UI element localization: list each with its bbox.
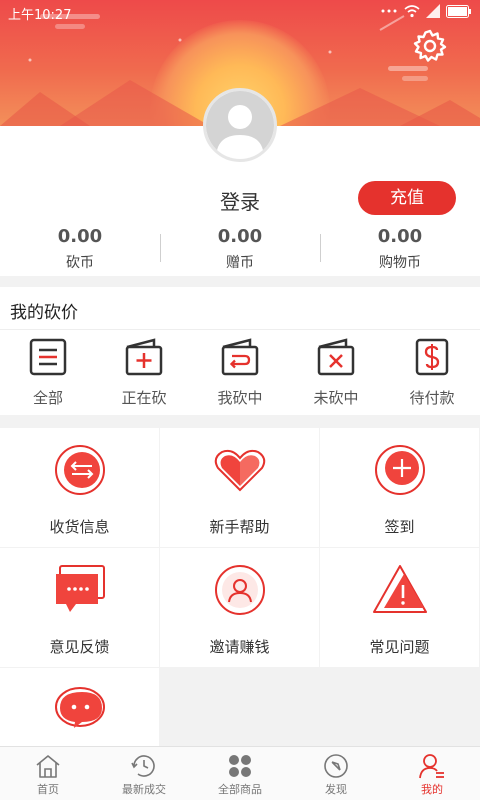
bargain-filter-pending-payment[interactable]: 待付款: [384, 337, 480, 408]
service-grid: 收货信息 新手帮助 签到 意见反馈 邀请赚钱 常见问题: [0, 428, 480, 746]
balance-stats: 0.00 砍币 0.00 赠币 0.00 购物币: [0, 226, 480, 272]
grid-item-label: 签到: [384, 518, 415, 536]
cell-signal-icon: [426, 4, 440, 18]
bargain-filter-won[interactable]: 我砍中: [192, 337, 288, 408]
grid-item-label: 意见反馈: [49, 638, 110, 656]
stat-gift-coin[interactable]: 0.00 赠币: [160, 226, 320, 272]
clock-icon: [131, 755, 155, 777]
user-circle-icon: [215, 565, 265, 615]
divider: [0, 329, 480, 330]
bargain-filter-all[interactable]: 全部: [0, 337, 96, 408]
bargain-filter-label: 全部: [32, 389, 63, 407]
chat-bubble-icon: [56, 565, 105, 612]
tab-label: 全部商品: [218, 783, 262, 796]
stat-value: 0.00: [377, 226, 423, 247]
stat-label: 赠币: [226, 255, 254, 271]
tab-all-products[interactable]: 全部商品: [192, 747, 288, 800]
tab-label: 我的: [421, 783, 443, 796]
grid-item-shipping-info[interactable]: 收货信息: [0, 428, 159, 547]
signal-dots-icon: [381, 9, 397, 13]
battery-icon: [446, 4, 471, 18]
grid-item-feedback[interactable]: 意见反馈: [0, 548, 159, 667]
stat-kan-coin[interactable]: 0.00 砍币: [0, 226, 160, 272]
bargain-filter-label: 待付款: [409, 389, 455, 407]
avatar[interactable]: [203, 88, 277, 162]
exchange-icon: [55, 445, 105, 495]
grid-item-label: 常见问题: [369, 638, 430, 656]
grid-item-messages[interactable]: [0, 668, 159, 746]
bargain-filter-lost[interactable]: 未砍中: [288, 337, 384, 408]
stat-shopping-coin[interactable]: 0.00 购物币: [320, 226, 480, 272]
section-title: 我的砍价: [10, 303, 78, 323]
status-bar: 上午10:27: [0, 0, 480, 24]
grid-item-label: 邀请赚钱: [209, 638, 270, 656]
heart-tag-icon: [214, 449, 266, 492]
message-icon: [55, 687, 105, 728]
compass-icon: [324, 754, 348, 778]
dollar-icon: [415, 338, 449, 376]
tab-label: 发现: [325, 783, 347, 796]
list-icon: [29, 338, 67, 376]
settings-gear-icon[interactable]: [412, 28, 448, 64]
bargain-filter-label: 未砍中: [313, 389, 359, 407]
tab-label: 首页: [37, 783, 59, 796]
stat-label: 购物币: [379, 255, 421, 271]
grid-item-label: 收货信息: [49, 518, 110, 536]
tab-home[interactable]: 首页: [0, 747, 96, 800]
home-icon: [36, 755, 60, 778]
tab-label: 最新成交: [122, 783, 166, 796]
tab-discover[interactable]: 发现: [288, 747, 384, 800]
bargain-filter-label: 我砍中: [217, 389, 263, 407]
return-wallet-icon: [221, 338, 259, 376]
wifi-icon: [404, 5, 420, 18]
tab-mine[interactable]: 我的: [384, 747, 480, 800]
login-link[interactable]: 登录: [200, 186, 280, 215]
stat-label: 砍币: [66, 255, 94, 271]
stat-value: 0.00: [57, 226, 103, 247]
grid-item-label: 新手帮助: [209, 518, 270, 536]
bargain-filter-label: 正在砍: [121, 389, 167, 407]
grid-icon: [229, 755, 251, 777]
stat-value: 0.00: [217, 226, 263, 247]
warning-icon: [373, 565, 427, 613]
plus-wallet-icon: [125, 338, 163, 376]
bargain-filter-in-progress[interactable]: 正在砍: [96, 337, 192, 408]
bottom-tab-bar: 首页 最新成交 全部商品 发现 我的: [0, 746, 480, 800]
recharge-button[interactable]: 充值: [358, 181, 456, 215]
user-icon: [419, 754, 444, 779]
plus-circle-icon: [375, 445, 425, 495]
grid-item-faq[interactable]: 常见问题: [320, 548, 479, 667]
my-bargain-section: 我的砍价 全部 正在砍 我砍中 未砍中 待付款: [0, 287, 480, 415]
grid-item-sign-in[interactable]: 签到: [320, 428, 479, 547]
default-avatar-icon: [206, 91, 274, 159]
status-time: 上午10:27: [8, 8, 72, 23]
grid-item-invite-earn[interactable]: 邀请赚钱: [160, 548, 319, 667]
cross-wallet-icon: [317, 338, 355, 376]
tab-latest-deals[interactable]: 最新成交: [96, 747, 192, 800]
grid-item-beginner-help[interactable]: 新手帮助: [160, 428, 319, 547]
